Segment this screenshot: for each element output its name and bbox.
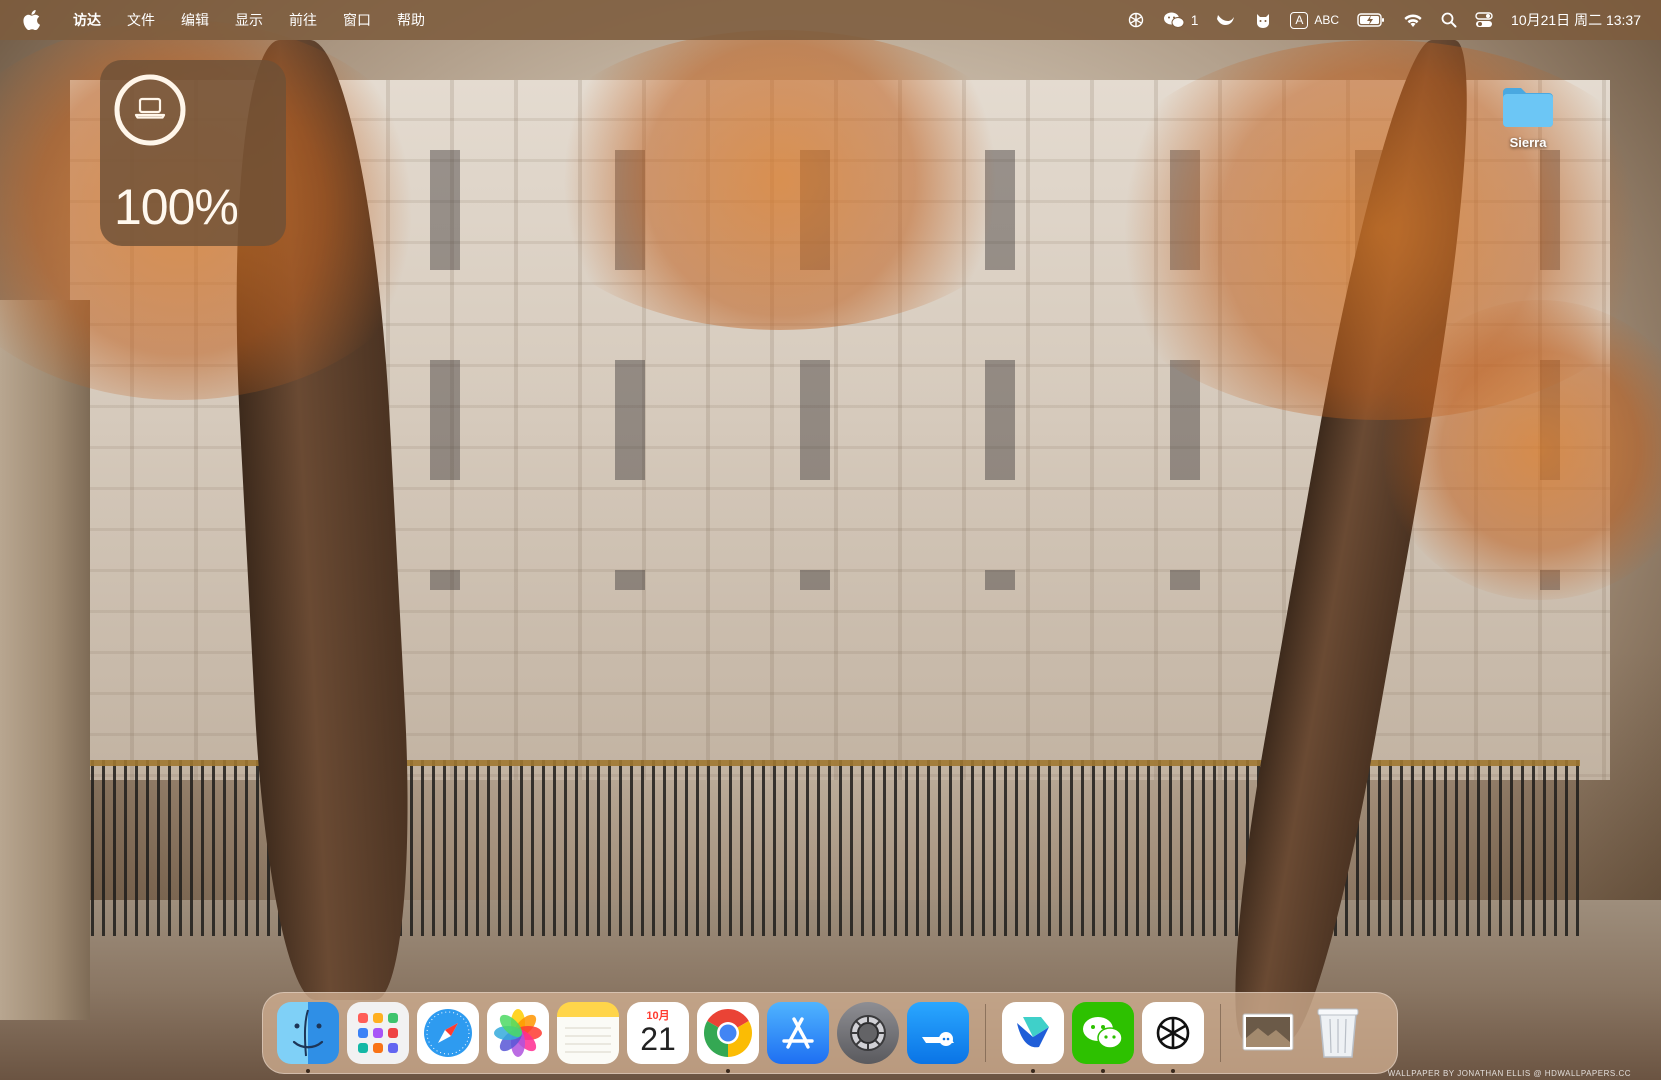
search-icon[interactable] xyxy=(1441,0,1457,40)
trash-icon[interactable] xyxy=(1307,1002,1369,1064)
dock-separator xyxy=(1220,1004,1221,1062)
laptop-icon xyxy=(134,96,166,125)
lark-icon[interactable] xyxy=(1002,1002,1064,1073)
menu-edit[interactable]: 编辑 xyxy=(168,0,222,40)
folder-icon xyxy=(1501,88,1555,132)
menu-finder[interactable]: 访达 xyxy=(60,0,114,40)
photos-icon[interactable] xyxy=(487,1002,549,1064)
menu-go[interactable]: 前往 xyxy=(276,0,330,40)
bird-icon[interactable] xyxy=(1216,0,1236,40)
dock: 10月 21 xyxy=(262,992,1398,1074)
cat-icon[interactable] xyxy=(1254,0,1272,40)
wechat-count: 1 xyxy=(1190,12,1199,28)
wallpaper-credit: WALLPAPER BY JONATHAN ELLIS @ HDWALLPAPE… xyxy=(1387,1069,1631,1078)
wallpaper-foliage xyxy=(520,30,1040,330)
menu-view[interactable]: 显示 xyxy=(222,0,276,40)
menu-help[interactable]: 帮助 xyxy=(384,0,438,40)
menu-file[interactable]: 文件 xyxy=(114,0,168,40)
wifi-icon[interactable] xyxy=(1403,0,1423,40)
battery-charging-icon[interactable] xyxy=(1357,0,1385,40)
menu-bar: 访达 文件 编辑 显示 前往 窗口 帮助 1 A ABC 10月21日 周二 1… xyxy=(0,0,1661,40)
stack-icon[interactable] xyxy=(1237,1002,1299,1064)
control-center-icon[interactable] xyxy=(1475,0,1493,40)
launchpad-icon[interactable] xyxy=(347,1002,409,1064)
finder-icon[interactable] xyxy=(277,1002,339,1073)
folder-label: Sierra xyxy=(1509,135,1547,150)
menu-window[interactable]: 窗口 xyxy=(330,0,384,40)
chatgpt-icon[interactable] xyxy=(1127,0,1145,40)
input-source-icon[interactable]: A ABC xyxy=(1290,0,1339,40)
system-settings-icon[interactable] xyxy=(837,1002,899,1064)
notes-icon[interactable] xyxy=(557,1002,619,1064)
battery-percent: 100% xyxy=(114,179,239,235)
apple-icon[interactable] xyxy=(20,9,42,31)
dock-separator xyxy=(985,1004,986,1062)
input-method-label: ABC xyxy=(1314,13,1340,27)
calendar-icon[interactable]: 10月 21 xyxy=(627,1002,689,1064)
wallpaper-pillar xyxy=(0,300,90,1020)
chatgpt-app-icon[interactable] xyxy=(1142,1002,1204,1073)
calendar-day: 21 xyxy=(640,1021,676,1057)
chrome-icon[interactable] xyxy=(697,1002,759,1073)
app-store-icon[interactable] xyxy=(767,1002,829,1064)
desktop-folder-sierra[interactable]: Sierra xyxy=(1488,84,1568,150)
blue-chat-icon[interactable] xyxy=(907,1002,969,1064)
input-indicator: A xyxy=(1290,11,1309,29)
wechat-icon[interactable]: 1 xyxy=(1163,0,1199,40)
safari-icon[interactable] xyxy=(417,1002,479,1064)
battery-widget[interactable]: 100% xyxy=(100,60,286,246)
desktop: WALLPAPER BY JONATHAN ELLIS @ HDWALLPAPE… xyxy=(0,0,1661,1080)
wechat-app-icon[interactable] xyxy=(1072,1002,1134,1073)
clock[interactable]: 10月21日 周二 13:37 xyxy=(1511,10,1641,30)
